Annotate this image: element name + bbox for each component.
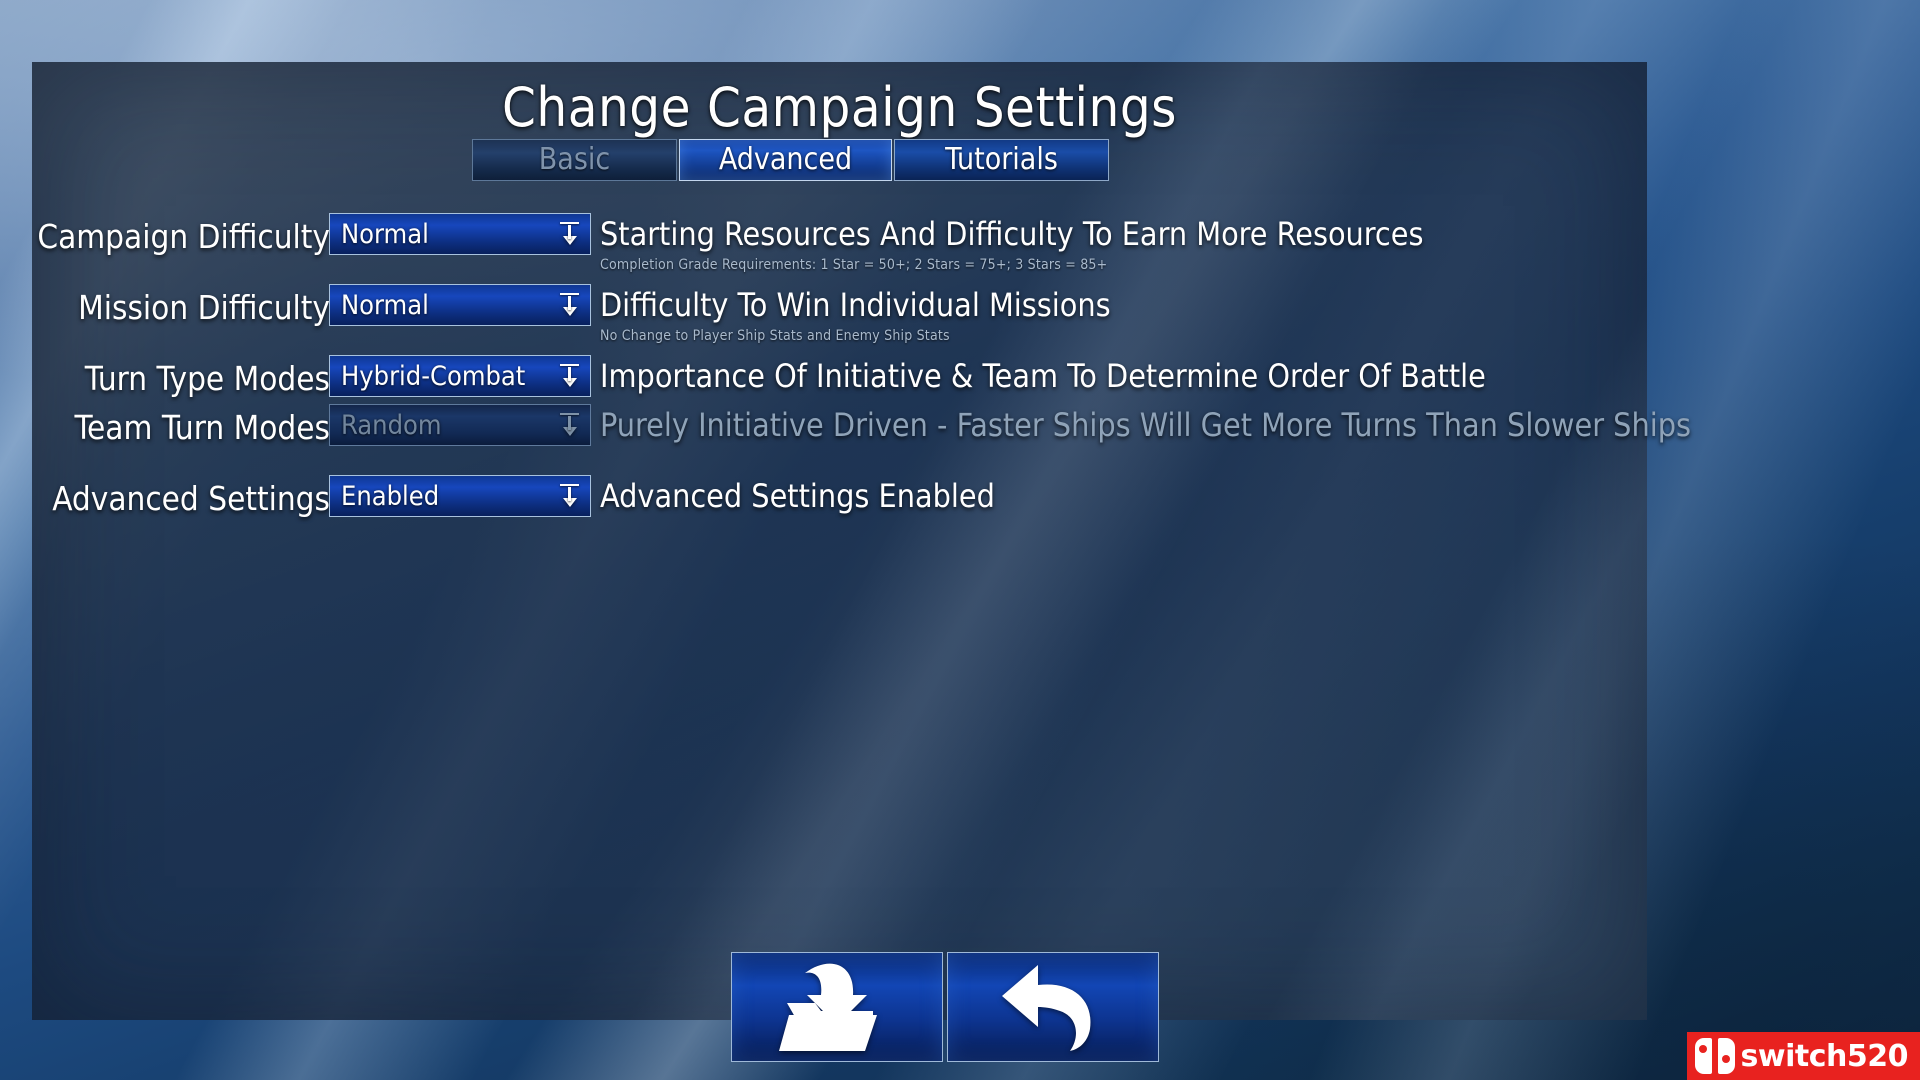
watermark-text: switch520 bbox=[1740, 1038, 1909, 1074]
setting-label-mission-difficulty: Mission Difficulty bbox=[78, 288, 330, 327]
dropdown-mission-difficulty[interactable]: Normal bbox=[329, 284, 591, 326]
settings-panel: Change Campaign Settings Basic Advanced … bbox=[32, 62, 1691, 1062]
setting-label-campaign-difficulty: Campaign Difficulty bbox=[37, 217, 330, 256]
setting-row-team-turn-modes: Team Turn Modes Random Purely Initiative… bbox=[32, 398, 1691, 469]
dropdown-value-campaign-difficulty: Normal bbox=[341, 218, 429, 250]
settings-list: Campaign Difficulty Normal Starting Reso… bbox=[32, 207, 1691, 540]
dropdown-value-mission-difficulty: Normal bbox=[341, 289, 429, 321]
back-button[interactable] bbox=[947, 952, 1159, 1062]
page-title: Change Campaign Settings bbox=[502, 76, 1177, 139]
chevron-down-icon bbox=[558, 362, 582, 390]
setting-description-advanced-settings: Advanced Settings Enabled bbox=[600, 477, 995, 515]
save-folder-icon bbox=[779, 963, 877, 1051]
chevron-down-icon bbox=[558, 482, 582, 510]
setting-description-campaign-difficulty: Starting Resources And Difficulty To Ear… bbox=[600, 215, 1424, 253]
setting-description-team-turn-modes: Purely Initiative Driven - Faster Ships … bbox=[600, 406, 1691, 444]
setting-label-turn-type-modes: Turn Type Modes bbox=[84, 359, 330, 398]
setting-row-mission-difficulty: Mission Difficulty Normal Difficulty To … bbox=[32, 278, 1647, 349]
setting-label-advanced-settings: Advanced Settings bbox=[52, 479, 330, 518]
setting-description-turn-type-modes: Importance Of Initiative & Team To Deter… bbox=[600, 357, 1486, 395]
chevron-down-icon bbox=[558, 291, 582, 319]
back-arrow-icon bbox=[1002, 965, 1091, 1051]
dropdown-advanced-settings[interactable]: Enabled bbox=[329, 475, 591, 517]
tab-tutorials[interactable]: Tutorials bbox=[894, 139, 1109, 181]
setting-row-advanced-settings: Advanced Settings Enabled Advanced Setti… bbox=[32, 469, 1647, 540]
setting-description-mission-difficulty: Difficulty To Win Individual Missions bbox=[600, 286, 1111, 324]
dropdown-value-turn-type-modes: Hybrid-Combat bbox=[341, 360, 526, 392]
setting-label-team-turn-modes: Team Turn Modes bbox=[74, 408, 330, 447]
joycon-left-icon bbox=[1694, 1038, 1712, 1074]
dropdown-team-turn-modes[interactable]: Random bbox=[329, 404, 591, 446]
dropdown-value-advanced-settings: Enabled bbox=[341, 480, 440, 512]
tab-bar: Basic Advanced Tutorials bbox=[472, 139, 1109, 181]
chevron-down-icon bbox=[558, 220, 582, 248]
dropdown-campaign-difficulty[interactable]: Normal bbox=[329, 213, 591, 255]
setting-row-turn-type-modes: Turn Type Modes Hybrid-Combat Importance… bbox=[32, 349, 1647, 398]
watermark: switch520 bbox=[1686, 1032, 1920, 1080]
joycon-right-icon bbox=[1717, 1038, 1735, 1074]
chevron-down-icon bbox=[558, 411, 582, 439]
setting-row-campaign-difficulty: Campaign Difficulty Normal Starting Reso… bbox=[32, 207, 1647, 278]
setting-subtext-campaign-difficulty: Completion Grade Requirements: 1 Star = … bbox=[600, 257, 1108, 273]
tab-basic[interactable]: Basic bbox=[472, 139, 677, 181]
dropdown-value-team-turn-modes: Random bbox=[341, 409, 442, 441]
dropdown-turn-type-modes[interactable]: Hybrid-Combat bbox=[329, 355, 591, 397]
action-button-bar bbox=[731, 952, 1159, 1062]
save-button[interactable] bbox=[731, 952, 943, 1062]
setting-subtext-mission-difficulty: No Change to Player Ship Stats and Enemy… bbox=[600, 328, 950, 344]
tab-advanced[interactable]: Advanced bbox=[679, 139, 892, 181]
